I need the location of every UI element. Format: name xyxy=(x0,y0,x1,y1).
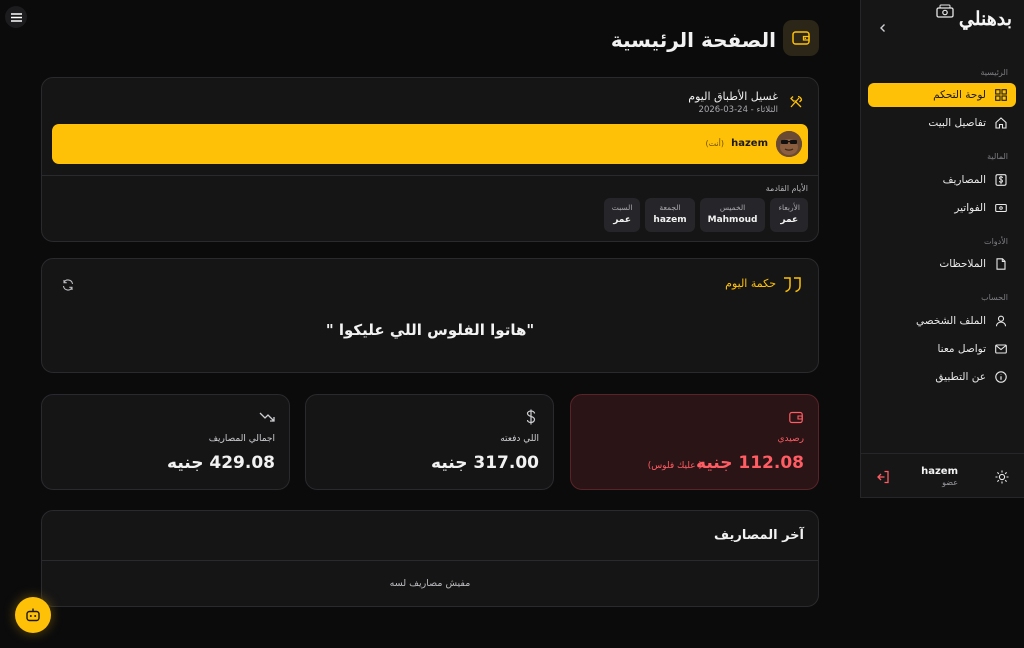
assignee-name: hazem xyxy=(731,138,768,149)
sidebar-divider xyxy=(861,453,1024,454)
assignee-you-label: (أنت) xyxy=(705,139,724,148)
sidebar-item-label: لوحة التحكم xyxy=(933,89,986,101)
user-icon xyxy=(994,314,1008,328)
chatbot-button[interactable] xyxy=(15,597,51,633)
paid-card: اللي دفعته 317.00 جنيه xyxy=(305,394,554,490)
sun-icon[interactable] xyxy=(994,469,1010,485)
quote-icon xyxy=(780,273,804,297)
section-title-main: الرئيسية xyxy=(980,68,1008,77)
money-logo-icon xyxy=(935,4,955,20)
section-title-account: الحساب xyxy=(981,293,1008,302)
upcoming-day: الأربعاء عمر xyxy=(770,198,808,232)
wallet-icon xyxy=(788,409,804,425)
page-title: الصفحة الرئيسية xyxy=(610,28,776,52)
day-person: hazem xyxy=(653,215,687,225)
refresh-icon[interactable] xyxy=(62,279,74,291)
sidebar-item-notes[interactable]: الملاحظات xyxy=(868,252,1016,276)
dollar-sign-icon xyxy=(523,409,539,425)
total-expenses-card: اجمالي المصاريف 429.08 جنيه xyxy=(41,394,290,490)
hamburger-icon xyxy=(10,12,22,22)
sidebar-item-profile[interactable]: الملف الشخصي xyxy=(868,309,1016,333)
brand-logo: بدهنلي xyxy=(935,4,1012,30)
trending-down-icon xyxy=(259,409,275,425)
user-info: hazem عضو xyxy=(921,466,958,487)
dollar-icon xyxy=(994,173,1008,187)
sidebar-item-label: تواصل معنا xyxy=(937,343,986,355)
sidebar-item-contact[interactable]: تواصل معنا xyxy=(868,337,1016,361)
latest-expenses-card: آخر المصاريف مفيش مصاريف لسه xyxy=(41,510,819,607)
upcoming-day: الجمعة hazem xyxy=(645,198,695,232)
empty-state-text: مفيش مصاريف لسه xyxy=(389,578,471,589)
total-expenses-value: 429.08 جنيه xyxy=(167,453,275,473)
day-person: عمر xyxy=(780,215,799,225)
sidebar-item-label: تفاصيل البيت xyxy=(928,117,986,129)
day-person: Mahmoud xyxy=(707,215,758,225)
home-icon xyxy=(994,116,1008,130)
sidebar-item-label: عن التطبيق xyxy=(935,371,986,383)
sidebar: بدهنلي الرئيسية لوحة التحكم تفاصيل البيت… xyxy=(860,0,1024,498)
upcoming-days-list: الأربعاء عمر الخميس Mahmoud الجمعة hazem… xyxy=(603,198,808,232)
section-title-finance: المالية xyxy=(987,152,1008,161)
paid-label: اللي دفعته xyxy=(500,434,539,444)
chore-title: غسيل الأطباق اليوم xyxy=(688,90,778,103)
balance-note: ( عليك فلوس) xyxy=(647,461,702,471)
mail-icon xyxy=(994,342,1008,356)
robot-icon xyxy=(25,607,41,623)
brand-name: بدهنلي xyxy=(958,8,1012,30)
utensils-icon xyxy=(788,94,804,110)
quote-text: "هاتوا الفلوس اللي عليكوا " xyxy=(325,321,535,339)
divider xyxy=(42,560,818,561)
latest-expenses-title: آخر المصاريف xyxy=(713,528,804,543)
sidebar-item-expenses[interactable]: المصاريف xyxy=(868,168,1016,192)
paid-value: 317.00 جنيه xyxy=(431,453,539,473)
total-expenses-label: اجمالي المصاريف xyxy=(208,434,275,444)
day-name: الأربعاء xyxy=(778,203,800,212)
user-role: عضو xyxy=(942,478,958,487)
sidebar-item-dashboard[interactable]: لوحة التحكم xyxy=(868,83,1016,107)
bill-icon xyxy=(994,201,1008,215)
chore-card: غسيل الأطباق اليوم الثلاثاء - 24-03-2026… xyxy=(41,77,819,242)
day-name: الجمعة xyxy=(659,203,681,212)
logout-icon[interactable] xyxy=(875,469,891,485)
note-icon xyxy=(994,257,1008,271)
sidebar-item-label: الفواتير xyxy=(954,202,986,214)
day-person: عمر xyxy=(613,215,631,225)
sidebar-item-home-details[interactable]: تفاصيل البيت xyxy=(868,111,1016,135)
chevron-left-icon[interactable] xyxy=(875,20,891,36)
section-title-tools: الأدوات xyxy=(984,237,1008,246)
upcoming-day: السبت عمر xyxy=(603,198,641,232)
day-name: الخميس xyxy=(719,203,746,212)
upcoming-days-label: الأيام القادمة xyxy=(765,184,808,193)
menu-toggle-button[interactable] xyxy=(5,6,27,28)
divider xyxy=(42,175,818,176)
wallet-title-icon xyxy=(783,20,819,56)
sidebar-item-about[interactable]: عن التطبيق xyxy=(868,365,1016,389)
avatar xyxy=(776,131,802,157)
upcoming-day: الخميس Mahmoud xyxy=(699,198,766,232)
balance-value: 112.08 جنيه xyxy=(696,453,804,473)
balance-label: رصيدي xyxy=(777,434,804,444)
current-assignee: hazem (أنت) xyxy=(52,124,808,164)
info-icon xyxy=(994,370,1008,384)
day-name: السبت xyxy=(611,203,633,212)
quote-card: حكمة اليوم "هاتوا الفلوس اللي عليكوا " xyxy=(41,258,819,373)
sidebar-item-label: المصاريف xyxy=(942,174,986,186)
quote-title: حكمة اليوم xyxy=(725,277,776,290)
sidebar-item-label: الملاحظات xyxy=(939,258,986,270)
user-name: hazem xyxy=(921,466,958,477)
dashboard-icon xyxy=(994,88,1008,102)
chore-date: الثلاثاء - 24-03-2026 xyxy=(698,105,778,115)
sidebar-item-label: الملف الشخصي xyxy=(916,315,986,327)
balance-card: رصيدي 112.08 جنيه ( عليك فلوس) xyxy=(570,394,819,490)
sidebar-item-bills[interactable]: الفواتير xyxy=(868,196,1016,220)
